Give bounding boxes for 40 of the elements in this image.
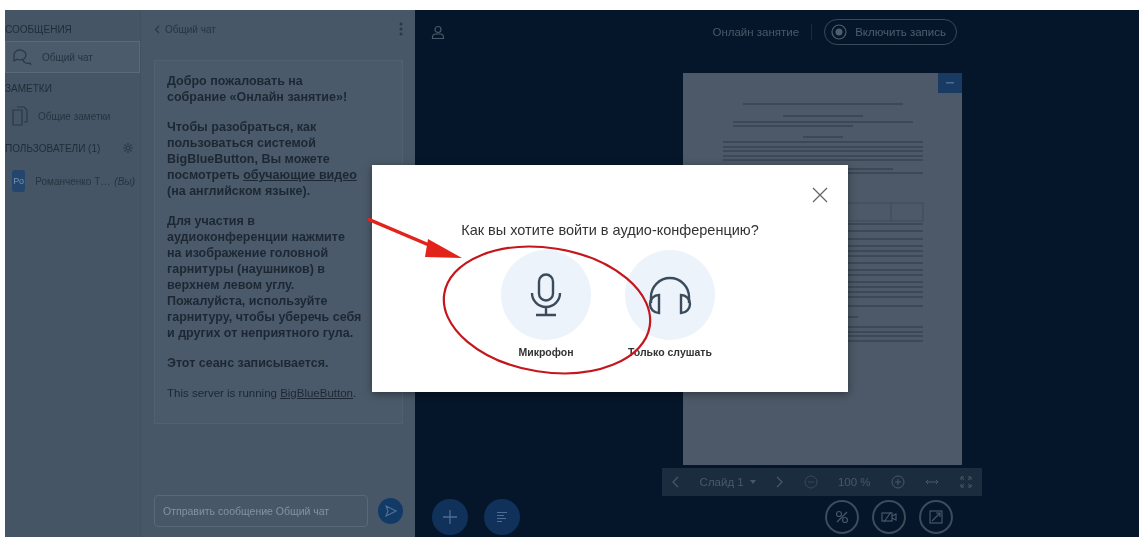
record-icon bbox=[831, 24, 848, 40]
polls-button[interactable] bbox=[484, 498, 520, 535]
screen-share-off-icon bbox=[929, 509, 943, 524]
plus-icon bbox=[443, 509, 457, 524]
list-icon bbox=[496, 510, 508, 523]
microphone-icon bbox=[530, 273, 562, 317]
caret-icon bbox=[749, 480, 756, 484]
actions-button[interactable] bbox=[432, 498, 468, 535]
headphones-icon bbox=[648, 275, 692, 315]
close-button[interactable] bbox=[812, 187, 828, 203]
meeting-title: Онлайн занятие bbox=[712, 26, 800, 38]
next-slide-button[interactable] bbox=[776, 476, 784, 488]
camera-button[interactable] bbox=[872, 499, 906, 534]
minimize-button[interactable] bbox=[938, 73, 962, 93]
fullscreen-icon bbox=[959, 476, 972, 488]
back-icon bbox=[154, 24, 160, 34]
message-field[interactable]: Отправить сообщение Общий чат bbox=[154, 495, 368, 527]
fit-width-button[interactable] bbox=[925, 479, 940, 485]
user-icon[interactable] bbox=[431, 25, 445, 39]
fullscreen-button[interactable] bbox=[959, 476, 972, 488]
close-icon bbox=[812, 187, 828, 203]
document-icon bbox=[12, 106, 28, 126]
camera-off-icon bbox=[881, 510, 897, 523]
dialog-title: Как вы хотите войти в аудио-конференцию? bbox=[461, 222, 759, 238]
chat-icon bbox=[12, 48, 32, 66]
minus-icon bbox=[946, 82, 954, 84]
chevron-right-icon bbox=[776, 476, 784, 488]
chevron-left-icon bbox=[672, 476, 680, 488]
settings-icon bbox=[122, 142, 134, 154]
audio-button[interactable] bbox=[825, 499, 859, 534]
zoom-in-button[interactable] bbox=[891, 475, 905, 489]
double-arrow-icon bbox=[925, 479, 940, 485]
previous-slide-button[interactable] bbox=[672, 476, 680, 488]
audio-off-icon bbox=[835, 509, 849, 524]
send-button[interactable] bbox=[378, 498, 403, 524]
avatar: Ро bbox=[12, 170, 26, 192]
send-icon bbox=[384, 505, 397, 517]
more-options-icon[interactable] bbox=[399, 22, 403, 36]
screen-share-button[interactable] bbox=[919, 499, 953, 534]
plus-circle-icon bbox=[891, 475, 905, 489]
